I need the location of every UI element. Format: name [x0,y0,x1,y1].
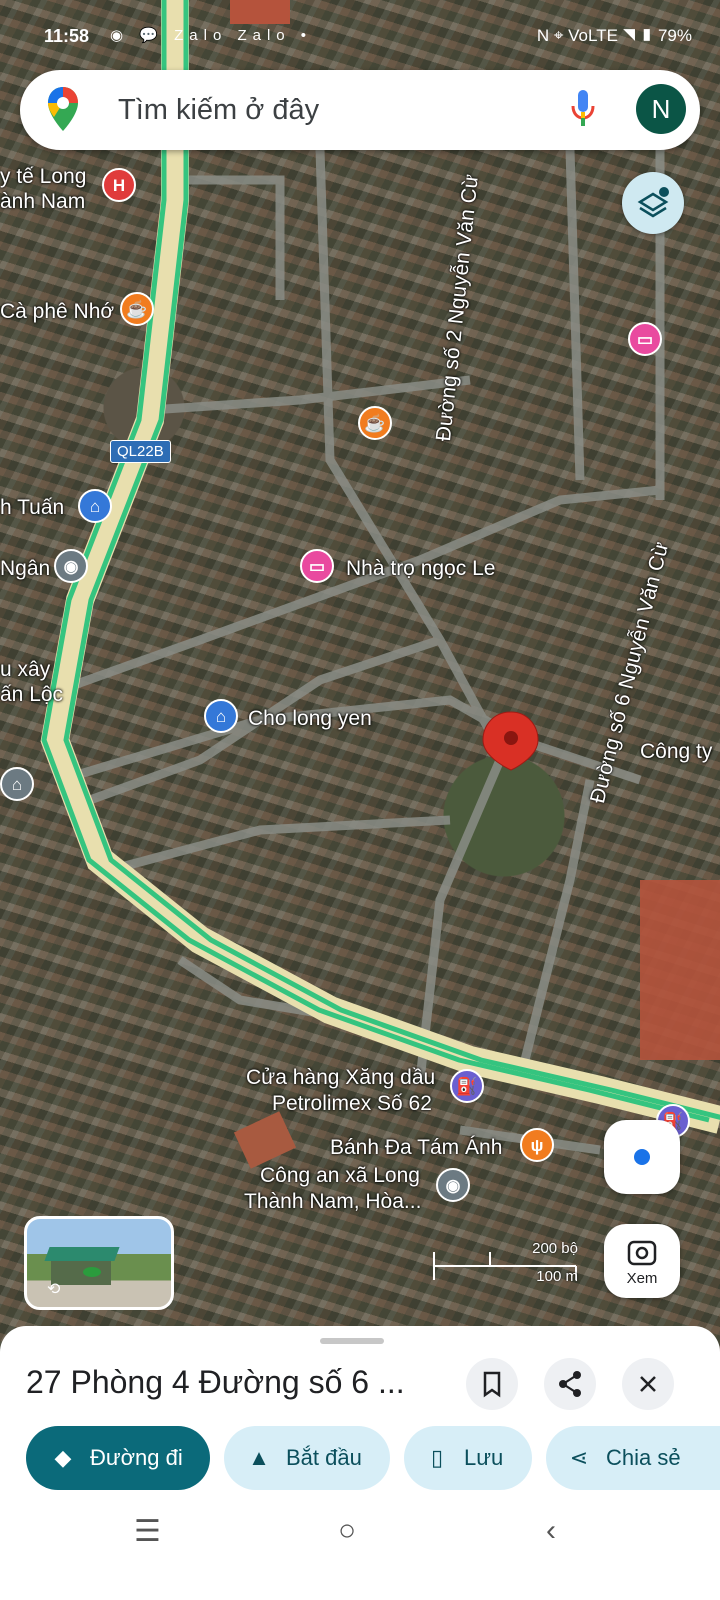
map-label[interactable]: Ngân [0,557,50,581]
google-maps-logo-icon [48,87,78,131]
map-label[interactable]: y tế Long [0,165,86,189]
navigation-arrow-icon: ▲ [248,1445,270,1470]
search-input[interactable]: Tìm kiếm ở đây [118,94,319,127]
save-icon-button[interactable] [466,1358,518,1410]
search-bar[interactable]: Tìm kiếm ở đây N [20,70,700,150]
close-icon [640,1376,656,1392]
share-icon: ⋖ [569,1445,589,1470]
share-button[interactable]: ⋖ Chia sẻ [546,1426,720,1490]
start-label: Bắt đầu [286,1445,362,1470]
map-label[interactable]: ấn Lộc [0,683,63,707]
map-label[interactable]: u xây [0,658,50,682]
close-button[interactable] [622,1358,674,1410]
microphone-icon[interactable] [570,88,596,130]
scale-top-label: 200 bộ [532,1240,578,1257]
start-button[interactable]: ▲ Bắt đầu [224,1426,390,1490]
hotel-icon[interactable]: ▭ [628,322,662,356]
notification-icons: ◉ 💬 Zalo Zalo • [110,27,313,44]
save-label: Lưu [464,1445,504,1470]
map-label[interactable]: Cho long yen [248,707,372,731]
drag-handle[interactable] [320,1338,384,1344]
map-label[interactable]: ành Nam [0,190,85,214]
place-title: 27 Phòng 4 Đường số 6 ... [26,1364,405,1400]
location-pin-icon [482,711,539,771]
home-icon[interactable]: ○ [338,1514,356,1548]
map-label[interactable]: Thành Nam, Hòa... [244,1190,421,1214]
status-bar: 11:58 ◉ 💬 Zalo Zalo • N ⌖ VoLTE ◥ ▮ 79% [0,22,720,52]
gas-station-icon[interactable]: ⛽ [450,1069,484,1103]
restaurant-icon[interactable]: ψ [520,1128,554,1162]
share-label: Chia sẻ [606,1445,681,1470]
layers-button[interactable] [622,172,684,234]
map-label[interactable]: Cà phê Nhớ [0,300,114,324]
clock: 11:58 [44,26,90,46]
layers-icon [637,187,669,218]
landmark-icon[interactable]: ⌂ [0,767,34,801]
bookmark-icon [483,1371,501,1398]
directions-button[interactable]: ◆ Đường đi [26,1426,210,1490]
rotate-360-icon: ⟲ [47,1281,61,1298]
shopping-icon[interactable]: ⌂ [78,489,112,523]
cafe-icon[interactable]: ☕ [358,406,392,440]
map-label[interactable]: Petrolimex Số 62 [272,1092,432,1116]
map-label[interactable]: Công ty [640,740,712,764]
scale-bar: 200 bộ 100 m [432,1240,578,1285]
share-icon [559,1371,581,1397]
directions-icon: ◆ [54,1445,72,1470]
street-view-thumbnail[interactable]: ⟲ [24,1216,174,1310]
recents-icon[interactable]: ☰ [134,1514,161,1549]
save-button[interactable]: ▯ Lưu [404,1426,532,1490]
hospital-icon[interactable]: H [102,168,136,202]
map-label[interactable]: h Tuấn [0,496,64,520]
map-label[interactable]: Cửa hàng Xăng dầu [246,1066,435,1090]
share-icon-button[interactable] [544,1358,596,1410]
shopping-icon[interactable]: ⌂ [204,699,238,733]
my-location-button[interactable] [604,1120,680,1194]
map-label[interactable]: Bánh Đa Tám Ánh [330,1136,502,1160]
place-icon[interactable]: ◉ [54,549,88,583]
location-dot-icon [634,1149,650,1165]
lens-button[interactable]: Xem [604,1224,680,1298]
bookmark-icon: ▯ [430,1445,444,1470]
directions-label: Đường đi [90,1445,183,1470]
cafe-icon[interactable]: ☕ [120,292,154,326]
back-icon[interactable]: ‹ [546,1514,556,1548]
avatar[interactable]: N [636,84,686,134]
system-nav-bar: ☰ ○ ‹ [0,1508,720,1568]
place-icon[interactable]: ◉ [436,1168,470,1202]
lens-label: Xem [626,1270,658,1287]
system-icons: N ⌖ VoLTE ◥ ▮ 79% [536,26,692,45]
road-shield: QL22B [110,440,171,463]
map-label[interactable]: Nhà trọ ngọc Le [346,557,495,581]
map-label[interactable]: Công an xã Long [260,1164,420,1188]
hotel-icon[interactable]: ▭ [300,549,334,583]
scale-bottom-label: 100 m [536,1268,578,1285]
